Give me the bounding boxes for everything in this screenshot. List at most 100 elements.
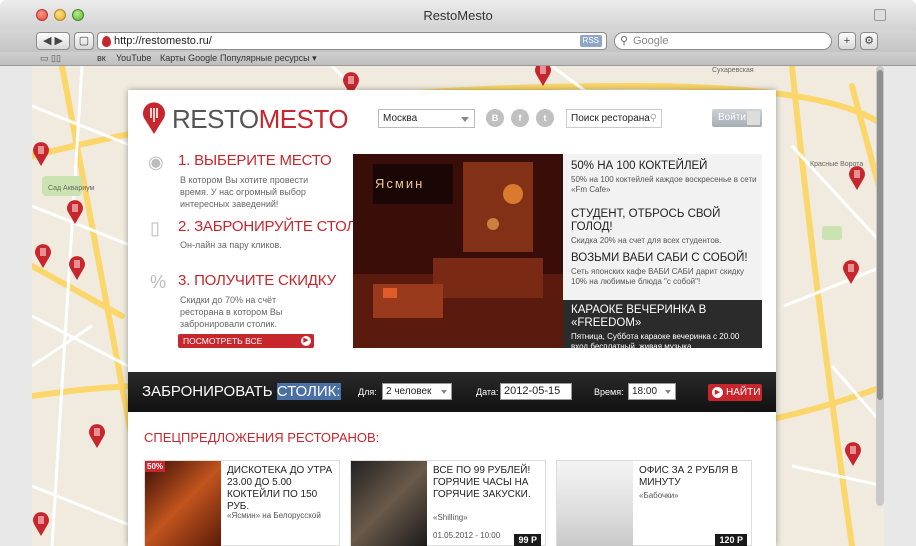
time-label: Время:	[594, 387, 624, 397]
promo-desc: Пятница, Суббота караоке вечеринка с 20.…	[571, 332, 740, 351]
url-text: http://restomesto.ru/	[114, 35, 212, 47]
price-tag: 99 Р	[514, 534, 541, 546]
guests-select[interactable]: 2 человек	[382, 383, 452, 400]
offer-venue: «Ясмин» на Белорусской	[227, 511, 321, 520]
scrollbar-thumb[interactable]	[877, 70, 883, 400]
arrow-right-icon: ▶	[301, 336, 311, 346]
site-logo[interactable]: RESTOMESTO	[172, 104, 349, 135]
restaurant-pin-icon[interactable]	[32, 142, 50, 166]
login-button[interactable]: Войти	[712, 109, 762, 127]
view-all-restaurants-button[interactable]: ПОСМОТРЕТЬ ВСЕ РЕСТОРАНЫ ▶	[178, 334, 314, 360]
main-panel: RESTOMESTO Москва B f t Поиск ресторана ⚲…	[128, 90, 776, 546]
specials-title: СПЕЦПРЕДЛОЖЕНИЯ РЕСТОРАНОВ:	[144, 430, 380, 445]
touch-phone-icon: ▯	[150, 218, 160, 238]
booking-bar: ЗАБРОНИРОВАТЬ СТОЛИК: Для: 2 человек Дат…	[128, 372, 776, 412]
yasmin-sign: Ясмин	[375, 176, 425, 191]
city-value: Москва	[383, 113, 418, 124]
for-label: Для:	[358, 387, 377, 397]
logo-part2: MESTO	[258, 104, 349, 134]
back-forward-buttons[interactable]: ◀ ▶	[36, 32, 70, 50]
promo-list: 50% НА 100 КОКТЕЙЛЕЙ 50% на 100 коктейле…	[563, 154, 762, 351]
step-2-title: 2. ЗАБРОНИРУЙТЕ СТОЛИК	[178, 218, 376, 235]
step-3-desc: Скидки до 70% на счёт ресторана в которо…	[180, 295, 283, 329]
add-bookmark-button[interactable]: +	[838, 32, 856, 50]
restaurant-pin-icon[interactable]	[32, 512, 50, 536]
bookmark-popular[interactable]: Популярные ресурсы ▾	[220, 52, 317, 65]
promo-item[interactable]: 50% НА 100 КОКТЕЙЛЕЙ 50% на 100 коктейле…	[571, 160, 757, 195]
restomesto-logo-icon[interactable]	[142, 102, 166, 134]
offer-card[interactable]: ВСЕ ПО 99 РУБЛЕЙ! ГОРЯЧИЕ ЧАСЫ НА ГОРЯЧИ…	[350, 460, 546, 546]
find-button[interactable]: ▶ НАЙТИ	[708, 384, 762, 401]
arrow-right-icon: ▶	[712, 387, 723, 398]
step-3-title: 3. ПОЛУЧИТЕ СКИДКУ	[178, 272, 336, 289]
url-bar[interactable]: http://restomesto.ru/ RSS	[97, 32, 607, 50]
window-title: RestoMesto	[423, 8, 493, 23]
restaurant-pin-icon[interactable]	[88, 424, 106, 448]
offer-card[interactable]: ОФИС ЗА 2 РУБЛЯ В МИНУТУ «Бабочки» 120 Р	[556, 460, 752, 546]
restaurant-pin-icon[interactable]	[848, 166, 866, 190]
map-label-garden: Сад Аквариум	[48, 185, 95, 192]
map-pin-icon: ◉	[148, 152, 164, 172]
promo-item[interactable]: ВОЗЬМИ ВАБИ САБИ С СОБОЙ! Сеть японских …	[571, 252, 757, 287]
promo-desc: Сеть японских кафе ВАБИ САБИ дарит скидк…	[571, 267, 745, 286]
offer-date: 01.05.2012 - 10:00	[433, 531, 501, 540]
promo-title: 50% НА 100 КОКТЕЙЛЕЙ	[571, 160, 708, 172]
restaurant-search-input[interactable]: Поиск ресторана ⚲	[566, 109, 662, 128]
title-bar: RestoMesto	[0, 0, 916, 30]
booking-title-part1: ЗАБРОНИРОВАТЬ	[142, 383, 277, 400]
bookmarks-bar: ▭ ▯▯ вк YouTube Карты Google Популярные …	[0, 52, 916, 66]
bookmark-youtube[interactable]: YouTube	[116, 52, 151, 65]
promo-item-active[interactable]: КАРАОКЕ ВЕЧЕРИНКА В «FREEDOM» Пятница, С…	[563, 300, 762, 351]
toolbar-toggle-button[interactable]	[874, 9, 886, 21]
restaurant-pin-icon[interactable]	[34, 244, 52, 268]
restaurant-pin-icon[interactable]	[68, 256, 86, 280]
booking-title: ЗАБРОНИРОВАТЬ СТОЛИК:	[142, 383, 341, 400]
settings-icon[interactable]: ⚙	[860, 32, 878, 50]
chevron-down-icon	[441, 390, 447, 394]
view-all-label: ПОСМОТРЕТЬ ВСЕ РЕСТОРАНЫ	[183, 336, 263, 360]
offer-card[interactable]: 50% ДИСКОТЕКА ДО УТРА 23.00 ДО 5.00 КОКТ…	[144, 460, 340, 546]
promo-title: СТУДЕНТ, ОТБРОСЬ СВОЙ ГОЛОД!	[571, 208, 721, 233]
offer-title: ОФИС ЗА 2 РУБЛЯ В МИНУТУ	[639, 465, 738, 488]
city-select[interactable]: Москва	[378, 109, 475, 128]
search-field[interactable]: ⚲ Google	[614, 32, 832, 50]
promo-item[interactable]: СТУДЕНТ, ОТБРОСЬ СВОЙ ГОЛОД! Скидка 20% …	[571, 208, 757, 246]
bookmark-vk[interactable]: вк	[97, 52, 106, 65]
search-icon: ⚲	[649, 113, 657, 124]
find-label: НАЙТИ	[726, 387, 761, 398]
booking-title-part2: СТОЛИК:	[276, 383, 341, 400]
date-value: 2012-05-15	[504, 385, 561, 397]
restaurant-search-placeholder: Поиск ресторана	[571, 113, 650, 124]
date-label: Дата:	[476, 387, 499, 397]
search-icon: ⚲	[620, 35, 629, 47]
bookmark-google-maps[interactable]: Карты Google	[160, 52, 217, 65]
restaurant-pin-icon[interactable]	[842, 260, 860, 284]
restaurant-pin-icon[interactable]	[66, 200, 84, 224]
restaurant-pin-icon[interactable]	[844, 442, 862, 466]
twitter-icon[interactable]: t	[536, 109, 554, 127]
chevron-down-icon	[665, 390, 671, 394]
step-1-title: 1. ВЫБЕРИТЕ МЕСТО	[178, 152, 332, 169]
bookmarks-icon[interactable]: ▭ ▯▯	[40, 52, 61, 65]
promo-image[interactable]: Ясмин	[353, 154, 563, 348]
browser-window: RestoMesto ◀ ▶ ▢ http://restomesto.ru/ R…	[0, 0, 916, 546]
date-input[interactable]: 2012-05-15	[500, 383, 572, 400]
site-favicon-icon	[102, 36, 111, 47]
offer-photo	[351, 461, 427, 546]
offer-venue: «Бабочки»	[639, 491, 679, 500]
step-2-desc: Он-лайн за пару кликов.	[180, 240, 282, 250]
facebook-icon[interactable]: f	[511, 109, 529, 127]
promo-title: КАРАОКЕ ВЕЧЕРИНКА В «FREEDOM»	[571, 304, 707, 329]
restaurant-pin-icon[interactable]	[534, 66, 552, 86]
vk-icon[interactable]: B	[486, 109, 504, 127]
discount-badge: 50%	[145, 461, 166, 472]
price-tag: 120 Р	[715, 534, 747, 546]
sidebar-icon[interactable]: ▢	[74, 32, 94, 50]
offer-venue: «Shilling»	[433, 513, 468, 522]
promo-desc: Скидка 20% на счет для всех студентов.	[571, 236, 722, 245]
rss-badge[interactable]: RSS	[579, 35, 602, 47]
time-select[interactable]: 18:00	[628, 383, 676, 400]
map-label-sukharevskaya: Сухаревская	[712, 67, 754, 74]
promo-title: ВОЗЬМИ ВАБИ САБИ С СОБОЙ!	[571, 252, 748, 264]
offer-photo	[145, 461, 221, 546]
